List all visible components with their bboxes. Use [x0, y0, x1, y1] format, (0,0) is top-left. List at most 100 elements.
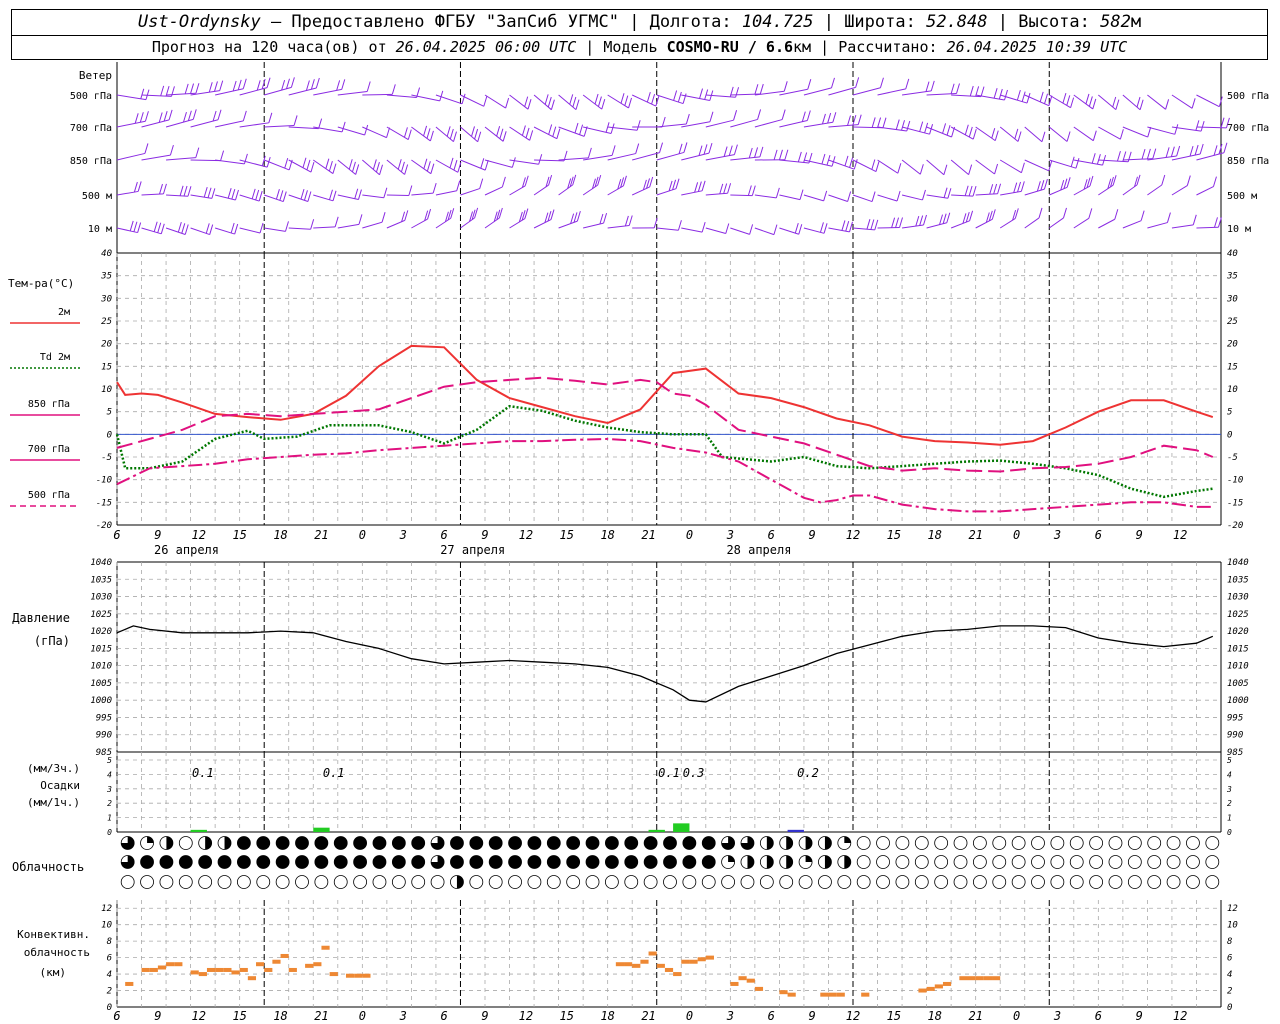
cloud-cell-fill	[489, 836, 503, 850]
wind-barb	[337, 223, 360, 229]
wind-barb-feather	[964, 185, 969, 196]
cloud-cell-fill	[805, 836, 813, 850]
wind-barb	[411, 192, 434, 196]
wind-barb-feather	[375, 161, 380, 173]
temp-legend-label: 500 гПа	[28, 490, 70, 501]
wind-barb	[1196, 226, 1219, 229]
wind-barb-feather	[915, 215, 920, 227]
cloud-cell-fill	[179, 855, 193, 869]
convective-segment	[787, 992, 796, 997]
temp-tick-label-right: 15	[1227, 362, 1238, 372]
cloud-cell	[1011, 875, 1026, 889]
wind-barb-feather	[1017, 131, 1022, 142]
wind-barb-feather	[449, 128, 454, 140]
wind-barb-feather	[991, 128, 996, 139]
conv-hour-label: 12	[1173, 1009, 1187, 1023]
cloud-cell-fill	[682, 855, 696, 869]
temp-tick-label: 25	[101, 317, 112, 327]
cloud-cell	[876, 875, 890, 889]
precip-unit-3h: (мм/3ч.)	[27, 762, 80, 775]
convective-panel	[125, 945, 1001, 997]
wind-barb	[460, 126, 479, 143]
wind-barb-feather	[956, 83, 960, 94]
wind-barb-feather	[1070, 97, 1075, 108]
prec-tick-label-right: 3	[1226, 785, 1232, 794]
wind-barb-feather	[408, 185, 413, 196]
wind-barb-feather	[310, 79, 315, 90]
wind-barb	[533, 94, 552, 111]
wind-barb-feather	[757, 109, 762, 120]
wind-barb-feather	[778, 149, 783, 160]
wind-barb-feather	[896, 190, 901, 202]
wind-barb-feather	[179, 185, 184, 196]
wind-barb-feather	[379, 164, 384, 175]
wind-barb-feather	[1161, 174, 1166, 186]
wind-barb	[484, 94, 506, 109]
cloud-cell-fill	[586, 836, 600, 850]
cloud-cell	[333, 875, 348, 889]
wind-barb-feather	[723, 183, 728, 194]
wind-barb-feather	[1096, 154, 1101, 165]
cloud-cell-fill	[314, 855, 328, 869]
convective-segment	[640, 959, 649, 964]
wind-barb-feather	[479, 178, 484, 189]
wind-barb-feather	[709, 111, 714, 122]
wind-barb-feather	[446, 126, 451, 137]
wind-barb	[877, 194, 898, 202]
precip-bar	[313, 827, 330, 832]
cloud-cell	[1108, 875, 1123, 889]
wind-barb-feather	[129, 220, 134, 232]
wind-barb-feather	[556, 128, 561, 139]
wind-barb-feather	[290, 77, 295, 88]
wind-barb	[288, 227, 311, 230]
cloud-cell	[1186, 875, 1200, 889]
cloud-cell-fill	[450, 855, 464, 869]
conv-tick-label: 0	[107, 1003, 112, 1013]
wind-barb	[877, 159, 899, 174]
convective-segment	[354, 973, 363, 978]
cloud-cell	[1186, 855, 1200, 869]
wind-barb	[116, 120, 146, 128]
wind-level-label-right: 500 гПа	[1227, 91, 1269, 102]
wind-barb-feather	[1016, 90, 1021, 101]
wind-barb	[264, 86, 292, 96]
cloud-cell	[1166, 836, 1181, 850]
wind-barb-feather	[991, 209, 996, 220]
temp-hour-label: 18	[273, 528, 287, 542]
cloud-cell	[1108, 836, 1123, 850]
cloud-cell-fill	[663, 836, 677, 850]
precip-unit-1h: (мм/1ч.)	[27, 796, 80, 809]
convective-segment	[288, 967, 297, 972]
wind-barb-feather	[646, 91, 651, 103]
cloud-cell	[1127, 836, 1142, 850]
convective-segment	[746, 978, 755, 983]
temp-tick-label-right: 5	[1227, 408, 1232, 418]
wind-barb-feather	[921, 189, 926, 201]
wind-barb-feather	[723, 146, 728, 157]
wind-barb-feather	[548, 124, 553, 135]
wind-barb-feather	[1199, 143, 1204, 155]
wind-level-label: 10 м	[88, 224, 112, 235]
cloud-cell-fill	[586, 855, 600, 869]
wind-barb-feather	[587, 147, 592, 159]
wind-barb-feather	[499, 128, 504, 139]
cloud-cell	[546, 875, 561, 889]
wind-barb	[558, 94, 577, 111]
convective-segment	[166, 962, 175, 967]
temp-hour-label: 6	[768, 528, 775, 542]
wind-barb-feather	[972, 186, 977, 197]
cloud-cell	[1166, 855, 1181, 869]
wind-barb-feather	[1092, 130, 1097, 141]
convective-segment	[664, 967, 674, 972]
convective-segment	[983, 976, 993, 981]
wind-barb	[877, 226, 900, 229]
wind-barb-feather	[997, 183, 1002, 194]
prec-tick-label: 5	[107, 756, 112, 765]
wind-barb-feather	[719, 183, 724, 194]
wind-barb-feather	[1026, 92, 1031, 104]
wind-barb-feather	[426, 161, 431, 172]
wind-barb-feather	[1114, 209, 1119, 220]
wind-barb-feather	[1043, 178, 1048, 190]
pres-tick-label-right: 1035	[1227, 575, 1249, 585]
wind-barb-feather	[423, 125, 428, 137]
